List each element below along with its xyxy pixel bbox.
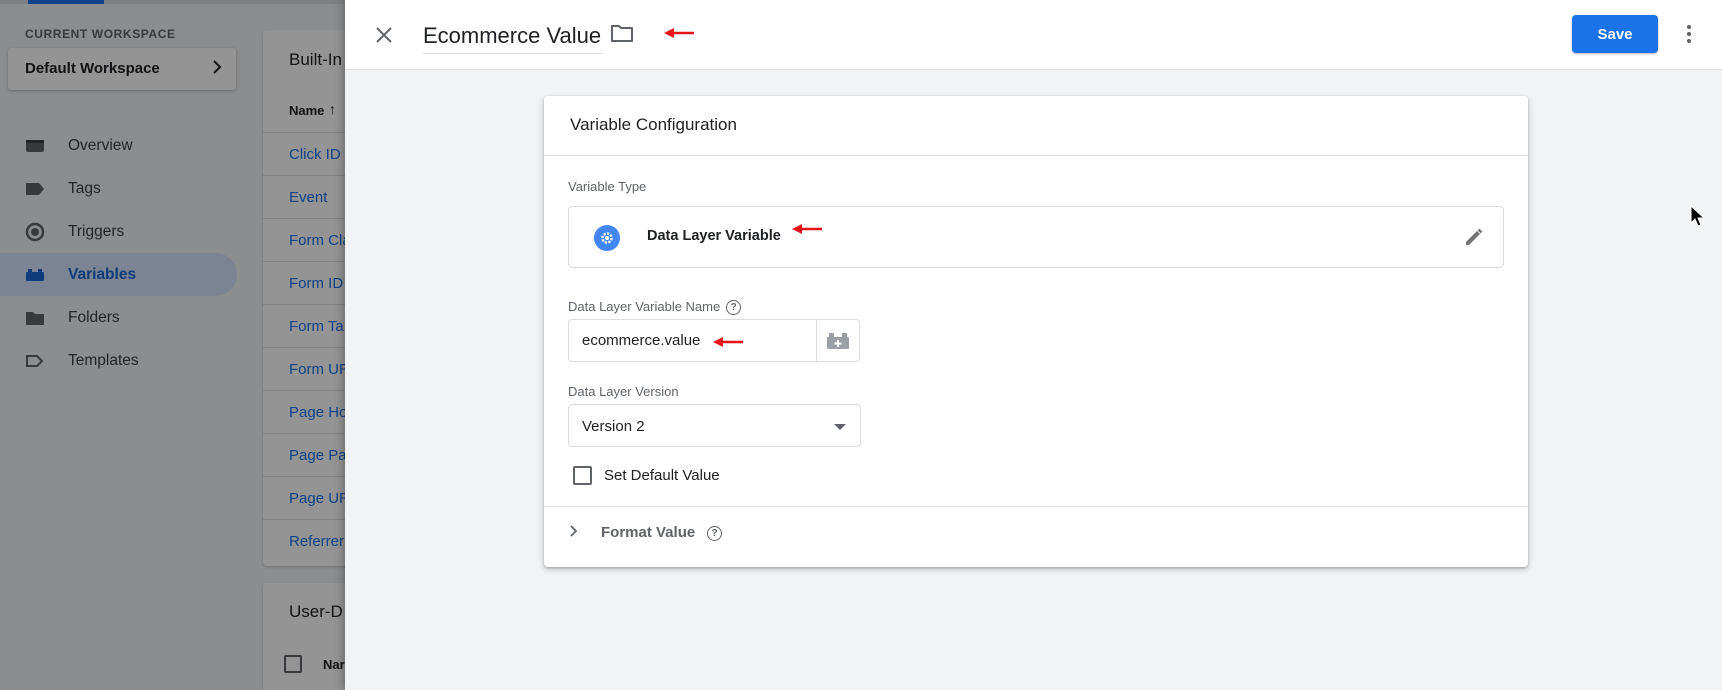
close-button[interactable] [371, 22, 397, 48]
edit-pencil-icon[interactable] [1463, 226, 1485, 248]
variable-type-label: Variable Type [568, 179, 647, 194]
divider [544, 506, 1528, 507]
variable-name-label: Data Layer Variable Name? [568, 299, 742, 316]
more-options-button[interactable] [1679, 20, 1699, 48]
format-value-label: Format Value [601, 524, 696, 541]
panel-header: Ecommerce Value Save [345, 0, 1722, 70]
insert-variable-button[interactable] [816, 319, 860, 362]
variable-type-name: Data Layer Variable [647, 228, 781, 244]
settings-gear-icon [594, 225, 620, 251]
folder-icon [611, 25, 633, 42]
annotation-arrow-icon [664, 28, 694, 38]
version-selected-value: Version 2 [582, 418, 645, 435]
help-icon[interactable]: ? [707, 526, 722, 542]
annotation-arrow-icon [792, 224, 822, 234]
variable-title: Ecommerce Value [423, 23, 602, 48]
variable-type-selector[interactable]: Data Layer Variable [568, 206, 1504, 268]
help-icon[interactable]: ? [726, 300, 742, 316]
dropdown-arrow-icon [834, 424, 846, 430]
version-select[interactable]: Version 2 [568, 404, 861, 447]
mouse-cursor-icon [1690, 205, 1706, 227]
version-label: Data Layer Version [568, 384, 679, 399]
modal-scrim[interactable] [0, 0, 345, 690]
more-vert-icon [1687, 25, 1691, 29]
variable-name-input[interactable] [568, 319, 817, 362]
title-field[interactable]: Ecommerce Value [423, 20, 604, 54]
variable-editor-panel: Ecommerce Value Save Variable Configurat… [345, 0, 1722, 690]
card-title: Variable Configuration [570, 115, 737, 134]
save-button[interactable]: Save [1572, 15, 1658, 53]
divider [544, 155, 1528, 156]
chevron-right-icon [570, 524, 578, 542]
set-default-checkbox[interactable] [573, 466, 592, 485]
add-variable-icon [827, 332, 849, 349]
annotation-arrow-icon [713, 337, 743, 347]
folder-button[interactable] [610, 23, 636, 47]
close-icon [376, 27, 392, 43]
format-value-toggle[interactable]: Format Value ? [570, 521, 770, 551]
set-default-label[interactable]: Set Default Value [604, 467, 720, 484]
variable-configuration-card: Variable Configuration Variable Type Dat… [544, 96, 1528, 567]
